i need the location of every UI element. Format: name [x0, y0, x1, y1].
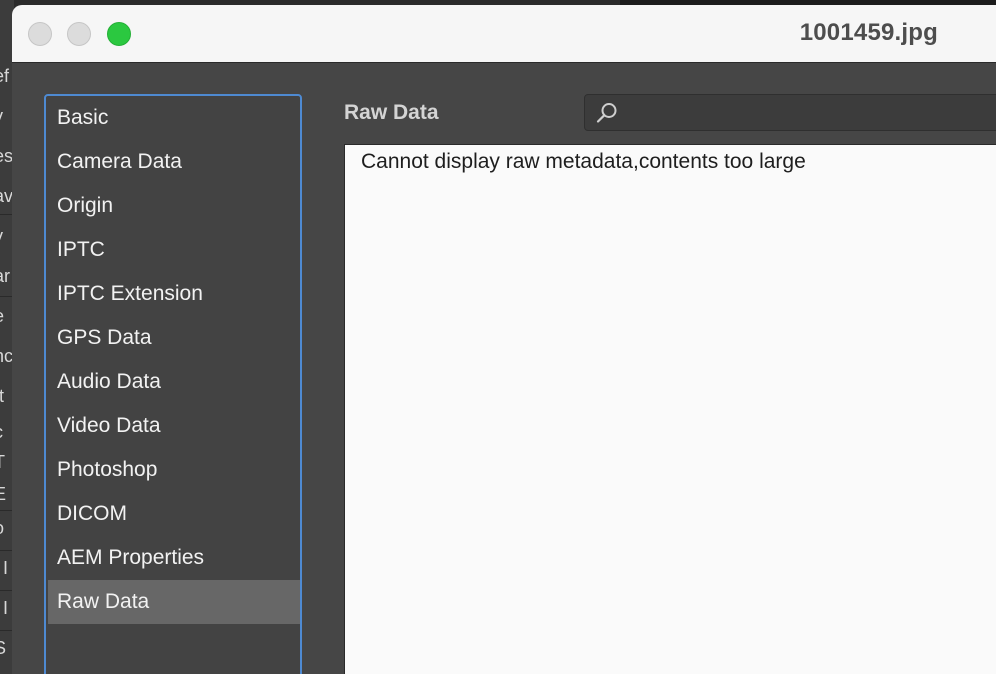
category-item-raw-data[interactable]: Raw Data: [48, 580, 300, 624]
zoom-window-button[interactable]: [107, 22, 131, 46]
search-input[interactable]: [625, 99, 996, 128]
category-item-dicom[interactable]: DICOM: [48, 492, 300, 536]
panel-heading: Raw Data: [344, 101, 439, 124]
category-item-video-data[interactable]: Video Data: [48, 404, 300, 448]
close-window-button[interactable]: [28, 22, 52, 46]
raw-data-message: Cannot display raw metadata,contents too…: [361, 150, 806, 173]
category-item-iptc[interactable]: IPTC: [48, 228, 300, 272]
raw-data-content[interactable]: Cannot display raw metadata,contents too…: [344, 144, 996, 674]
category-item-audio-data[interactable]: Audio Data: [48, 360, 300, 404]
minimize-window-button[interactable]: [67, 22, 91, 46]
category-item-camera-data[interactable]: Camera Data: [48, 140, 300, 184]
category-item-iptc-extension[interactable]: IPTC Extension: [48, 272, 300, 316]
category-item-photoshop[interactable]: Photoshop: [48, 448, 300, 492]
category-item-basic[interactable]: Basic: [48, 96, 300, 140]
file-info-dialog: 1001459.jpg Basic Camera Data Origin IPT…: [12, 5, 996, 674]
category-item-aem-properties[interactable]: AEM Properties: [48, 536, 300, 580]
category-item-origin[interactable]: Origin: [48, 184, 300, 228]
window-title: 1001459.jpg: [799, 19, 938, 46]
search-box[interactable]: [584, 94, 996, 131]
title-bar: 1001459.jpg: [12, 5, 996, 63]
category-item-gps-data[interactable]: GPS Data: [48, 316, 300, 360]
search-icon: [596, 103, 617, 123]
metadata-category-list: Basic Camera Data Origin IPTC IPTC Exten…: [44, 94, 302, 674]
